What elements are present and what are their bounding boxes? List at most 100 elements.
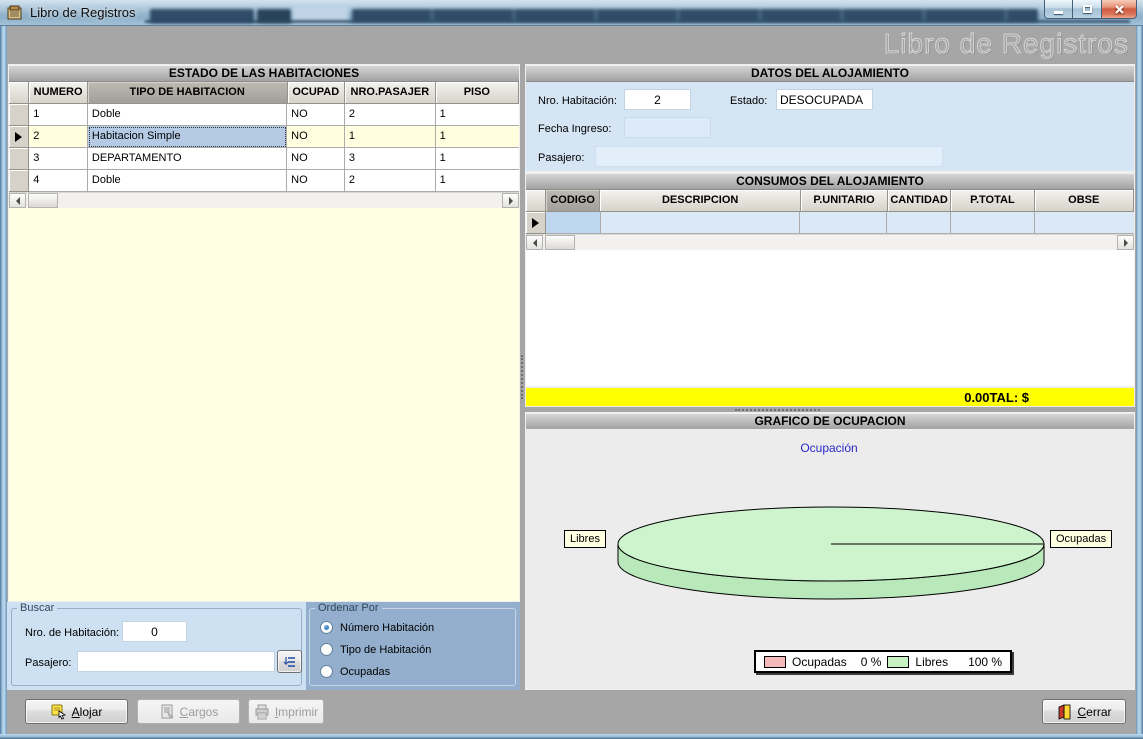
- estado-field[interactable]: [776, 89, 873, 110]
- cell-pasajeros[interactable]: 3: [345, 148, 436, 170]
- minimize-button[interactable]: [1044, 0, 1073, 19]
- consumos-header-cantidad[interactable]: CANTIDAD: [888, 190, 951, 212]
- consumos-header-codigo[interactable]: CODIGO: [546, 190, 600, 212]
- legend-label-libres: Libres: [915, 655, 948, 669]
- consumos-panel-title: CONSUMOS DEL ALOJAMIENTO: [526, 173, 1134, 190]
- consumos-header-ptotal[interactable]: P.TOTAL: [951, 190, 1034, 212]
- table-row-selected[interactable]: 2 Habitacion Simple NO 1 1: [9, 126, 519, 148]
- buscar-group-title: Buscar: [17, 602, 57, 614]
- scroll-left-button[interactable]: [526, 235, 543, 250]
- rooms-panel: ESTADO DE LAS HABITACIONES NUMERO TIPO D…: [8, 64, 520, 602]
- cell-punitario[interactable]: [800, 212, 887, 234]
- rooms-header-ocupad[interactable]: OCUPAD: [288, 82, 345, 104]
- cell-piso[interactable]: 1: [436, 148, 519, 170]
- pasajero-field[interactable]: [595, 146, 943, 167]
- rooms-header-pasajeros[interactable]: NRO.PASAJER: [345, 82, 436, 104]
- horizontal-splitter[interactable]: [735, 409, 820, 411]
- cell-numero[interactable]: 1: [29, 104, 88, 126]
- scroll-right-button[interactable]: [1117, 235, 1134, 250]
- vertical-splitter[interactable]: [521, 355, 523, 399]
- cell-cantidad[interactable]: [887, 212, 951, 234]
- consumos-header-punitario[interactable]: P.UNITARIO: [801, 190, 888, 212]
- consumos-header-indicator: [526, 190, 546, 212]
- imprimir-button[interactable]: Imprimir: [248, 699, 324, 724]
- buscar-nro-label: Nro. de Habitación:: [25, 627, 119, 639]
- consumos-header-observacion[interactable]: OBSE: [1035, 190, 1135, 212]
- row-indicator-cell: [526, 212, 546, 234]
- consumos-horizontal-scrollbar[interactable]: [526, 234, 1134, 250]
- rooms-header-tipo[interactable]: TIPO DE HABITACION: [88, 82, 288, 104]
- maximize-button[interactable]: [1073, 0, 1101, 19]
- radio-icon: [320, 665, 333, 678]
- rooms-header-numero[interactable]: NUMERO: [29, 82, 87, 104]
- cell-piso[interactable]: 1: [436, 170, 519, 192]
- nro-habitacion-field[interactable]: [624, 89, 691, 110]
- scroll-thumb[interactable]: [545, 235, 575, 250]
- rooms-header-indicator: [9, 82, 29, 104]
- legend-label-ocupadas: Ocupadas: [792, 655, 847, 669]
- cell-piso[interactable]: 1: [436, 126, 519, 148]
- cell-pasajeros[interactable]: 2: [345, 104, 436, 126]
- consumos-empty-row[interactable]: [526, 212, 1134, 234]
- titlebar[interactable]: Libro de Registros: [0, 0, 1143, 26]
- cell-ocupado[interactable]: NO: [287, 126, 345, 148]
- radio-ocupadas[interactable]: Ocupadas: [320, 665, 390, 678]
- cargos-button[interactable]: Cargos: [137, 699, 240, 724]
- grafico-panel: Ocupación Libres Ocupadas Ocupadas 0 % L…: [525, 429, 1135, 690]
- legend-swatch-ocupadas: [764, 656, 786, 668]
- cell-tipo[interactable]: Doble: [88, 104, 287, 126]
- row-indicator-cell: [9, 104, 29, 126]
- fecha-ingreso-field[interactable]: [624, 117, 711, 138]
- caption-buttons: [1044, 0, 1137, 19]
- cell-ocupado[interactable]: NO: [287, 170, 345, 192]
- close-button[interactable]: [1101, 0, 1137, 19]
- cell-observacion[interactable]: [1035, 212, 1134, 234]
- table-row[interactable]: 3 DEPARTAMENTO NO 3 1: [9, 148, 519, 170]
- alojar-button[interactable]: Alojar: [25, 699, 128, 724]
- cell-pasajeros[interactable]: 1: [345, 126, 436, 148]
- cell-ocupado[interactable]: NO: [287, 148, 345, 170]
- scroll-left-button[interactable]: [9, 193, 26, 208]
- consumos-table-header: CODIGO DESCRIPCION P.UNITARIO CANTIDAD P…: [526, 190, 1134, 212]
- datos-panel-title: DATOS DEL ALOJAMIENTO: [526, 65, 1134, 82]
- scroll-right-button[interactable]: [502, 193, 519, 208]
- cell-ptotal[interactable]: [951, 212, 1034, 234]
- window-border-right: [1136, 26, 1143, 734]
- total-text: 0.00TAL: $: [964, 390, 1029, 405]
- scroll-thumb[interactable]: [28, 193, 58, 208]
- window-border-bottom: [0, 734, 1143, 739]
- estado-label: Estado:: [730, 95, 767, 107]
- cerrar-button[interactable]: Cerrar: [1042, 699, 1126, 724]
- pasajero-lookup-button[interactable]: [277, 650, 302, 673]
- rooms-table-header: NUMERO TIPO DE HABITACION OCUPAD NRO.PAS…: [9, 82, 519, 104]
- nro-habitacion-label: Nro. Habitación:: [538, 95, 617, 107]
- radio-numero-habitacion[interactable]: Número Habitación: [320, 621, 434, 634]
- rooms-panel-title: ESTADO DE LAS HABITACIONES: [9, 65, 519, 82]
- consumos-header-descripcion[interactable]: DESCRIPCION: [600, 190, 801, 212]
- buscar-nro-field[interactable]: [122, 621, 187, 642]
- cell-pasajeros[interactable]: 2: [345, 170, 436, 192]
- maximize-icon: [1083, 5, 1092, 13]
- cell-ocupado[interactable]: NO: [287, 104, 345, 126]
- cell-numero[interactable]: 4: [29, 170, 88, 192]
- buscar-pasajero-field[interactable]: [77, 651, 275, 672]
- radio-tipo-habitacion[interactable]: Tipo de Habitación: [320, 643, 431, 656]
- imprimir-label: Imprimir: [275, 705, 318, 719]
- cell-tipo-selected[interactable]: Habitacion Simple: [88, 126, 287, 148]
- datos-panel: DATOS DEL ALOJAMIENTO Nro. Habitación: E…: [525, 64, 1135, 172]
- cell-tipo[interactable]: DEPARTAMENTO: [88, 148, 287, 170]
- rooms-header-piso[interactable]: PISO: [436, 82, 519, 104]
- cell-codigo[interactable]: [546, 212, 601, 234]
- minimize-icon: [1054, 11, 1063, 14]
- table-row[interactable]: 4 Doble NO 2 1: [9, 170, 519, 192]
- cell-tipo[interactable]: Doble: [88, 170, 287, 192]
- cell-piso[interactable]: 1: [436, 104, 519, 126]
- radio-icon: [320, 621, 333, 634]
- cell-numero[interactable]: 3: [29, 148, 88, 170]
- cell-numero[interactable]: 2: [29, 126, 88, 148]
- rooms-horizontal-scrollbar[interactable]: [9, 192, 519, 208]
- app-window: Libro de Registros Libro de Registros ES…: [0, 0, 1143, 739]
- cell-descripcion[interactable]: [601, 212, 801, 234]
- close-icon: [1114, 4, 1125, 15]
- table-row[interactable]: 1 Doble NO 2 1: [9, 104, 519, 126]
